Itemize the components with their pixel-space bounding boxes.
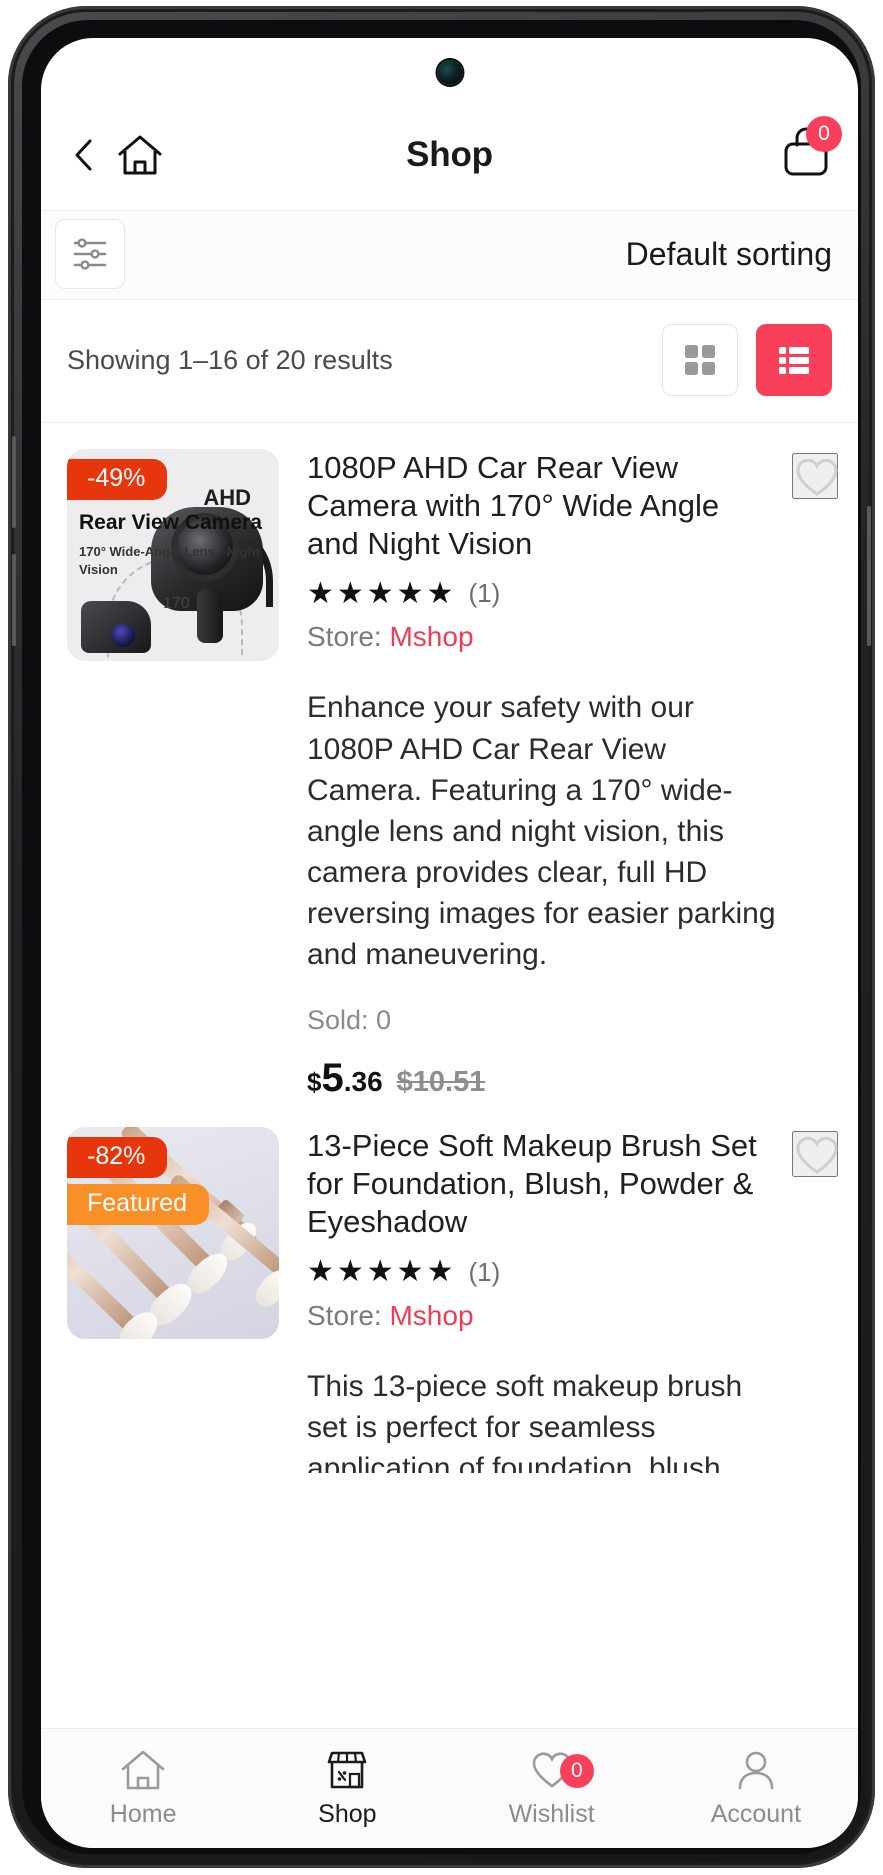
product-info: 13-Piece Soft Makeup Brush Set for Found… (279, 1127, 832, 1473)
phone-frame: Shop 0 Default sorting Showing 1–16 of 2… (8, 6, 875, 1868)
original-price: $10.51 (396, 1066, 486, 1099)
back-button[interactable] (71, 138, 97, 172)
wishlist-button[interactable] (792, 1131, 838, 1178)
product-list-item[interactable]: -82% Featured 13-Piece Soft Makeup Brush… (41, 1101, 858, 1473)
rating-stars: ★★★★★ (307, 576, 457, 610)
grid-view-button[interactable] (662, 324, 738, 396)
grid-view-icon (685, 345, 715, 375)
results-bar: Showing 1–16 of 20 results (41, 300, 858, 423)
bottom-navigation: Home Shop 0 Wishlist Account (41, 1728, 858, 1848)
featured-badge: Featured (67, 1184, 210, 1226)
volume-up-button[interactable] (12, 436, 16, 528)
price-fraction: .36 (343, 1066, 383, 1098)
app-header: Shop 0 (41, 100, 858, 210)
home-icon (121, 1750, 165, 1790)
store-link[interactable]: Mshop (389, 1300, 473, 1331)
product-sold-count: Sold: 0 (307, 1005, 392, 1036)
home-icon (118, 135, 162, 175)
wishlist-button[interactable] (792, 453, 838, 499)
sliders-icon (73, 238, 107, 270)
product-rating: ★★★★★ (1) (307, 1257, 776, 1288)
product-store: Store: Mshop (307, 1300, 776, 1332)
product-description: This 13-piece soft makeup brush set is p… (307, 1369, 743, 1473)
cart-button[interactable]: 0 (782, 116, 842, 178)
product-title[interactable]: 13-Piece Soft Makeup Brush Set for Found… (307, 1127, 776, 1240)
front-camera-icon (437, 60, 462, 85)
discount-badge: -82% (67, 1137, 168, 1179)
phone-screen: Shop 0 Default sorting Showing 1–16 of 2… (41, 38, 858, 1848)
storefront-icon (328, 1751, 367, 1789)
image-feature-label: 170° Wide-Angle Lens • Night Vision (79, 544, 260, 577)
nav-label-shop: Shop (318, 1800, 377, 1828)
screenshot-stage: Shop 0 Default sorting Showing 1–16 of 2… (0, 0, 883, 1875)
view-toggle-group (662, 324, 832, 396)
cart-count-badge: 0 (806, 116, 842, 152)
sort-dropdown[interactable]: Default sorting (626, 236, 832, 273)
product-list[interactable]: AHD Rear View Camera 170° Wide-Angle Len… (41, 423, 858, 1848)
rating-stars: ★★★★★ (307, 1255, 457, 1289)
product-list-item[interactable]: AHD Rear View Camera 170° Wide-Angle Len… (41, 423, 858, 1101)
product-store: Store: Mshop (307, 621, 776, 653)
sort-bar: Default sorting (41, 210, 858, 300)
home-button[interactable] (117, 134, 163, 176)
product-info: 1080P AHD Car Rear View Camera with 170°… (279, 449, 832, 1101)
product-thumbnail-column: -82% Featured (67, 1127, 279, 1473)
rating-count: (1) (468, 1256, 501, 1287)
nav-label-home: Home (109, 1800, 177, 1828)
price-currency: $ (307, 1067, 322, 1098)
wishlist-count-badge: 0 (559, 1754, 594, 1788)
image-product-label: Rear View Camera (79, 511, 262, 534)
product-badges: -82% Featured (67, 1137, 210, 1226)
camera-mount-graphic (197, 589, 223, 643)
nav-item-home[interactable]: Home (41, 1748, 245, 1829)
list-view-icon (779, 347, 809, 374)
volume-down-button[interactable] (12, 554, 16, 646)
list-view-button[interactable] (756, 324, 832, 396)
product-image[interactable]: -82% Featured (67, 1127, 279, 1340)
heart-outline-icon (796, 458, 838, 496)
rating-count: (1) (468, 578, 501, 609)
page-title: Shop (406, 135, 493, 174)
camera-secondary-lens-graphic (111, 623, 135, 647)
nav-item-account[interactable]: Account (654, 1748, 858, 1829)
user-icon (738, 1751, 774, 1790)
chevron-left-icon (75, 139, 92, 171)
store-label: Store: (307, 621, 382, 653)
nav-label-account: Account (710, 1800, 802, 1828)
product-thumbnail-column: AHD Rear View Camera 170° Wide-Angle Len… (67, 449, 279, 1101)
current-price: $5.36 (307, 1056, 383, 1101)
heart-outline-icon (796, 1137, 838, 1174)
store-link[interactable]: Mshop (389, 621, 473, 652)
product-price: $5.36 $10.51 (307, 1056, 776, 1101)
results-count-text: Showing 1–16 of 20 results (67, 344, 393, 375)
filter-button[interactable] (55, 219, 125, 289)
product-description: Enhance your safety with our 1080P AHD C… (307, 691, 776, 971)
product-badges: -49% (67, 459, 168, 500)
image-brand-label: AHD (203, 485, 251, 510)
nav-label-wishlist: Wishlist (508, 1800, 595, 1828)
discount-badge: -49% (67, 459, 168, 500)
nav-item-wishlist[interactable]: 0 Wishlist (450, 1748, 654, 1829)
power-button[interactable] (867, 506, 871, 646)
image-angle-label: 170 (163, 595, 190, 612)
product-image[interactable]: AHD Rear View Camera 170° Wide-Angle Len… (67, 449, 279, 661)
nav-item-shop[interactable]: Shop (245, 1748, 449, 1829)
product-title[interactable]: 1080P AHD Car Rear View Camera with 170°… (307, 449, 776, 562)
price-whole: 5 (321, 1056, 344, 1101)
product-rating: ★★★★★ (1) (307, 578, 776, 609)
store-label: Store: (307, 1299, 382, 1331)
